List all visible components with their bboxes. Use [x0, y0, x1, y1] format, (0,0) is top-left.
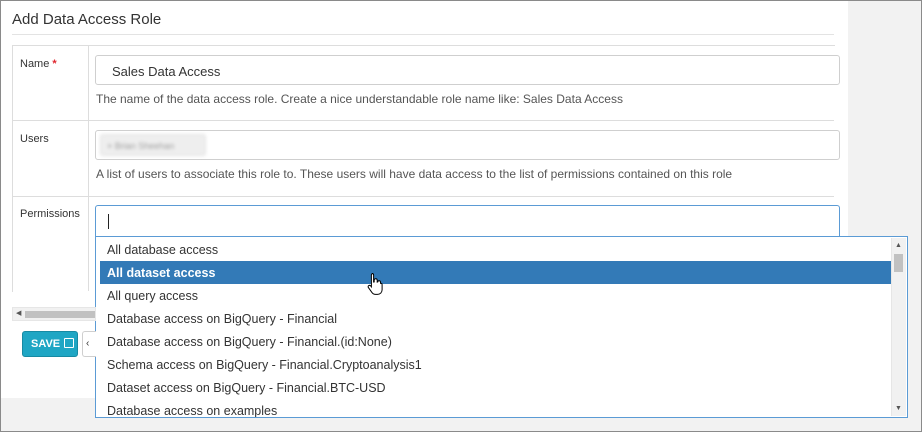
back-arrow-icon: ‹ [86, 338, 90, 349]
dropdown-option[interactable]: All query access [100, 284, 891, 307]
required-asterisk: * [52, 58, 57, 70]
dropdown-option[interactable]: All database access [100, 238, 891, 261]
user-tag[interactable]: × Brian Sheehan [100, 134, 206, 156]
title-divider [12, 34, 834, 35]
permissions-search-input[interactable] [95, 205, 840, 237]
dropdown-option[interactable]: Database access on BigQuery - Financial.… [100, 330, 891, 353]
scroll-up-icon[interactable]: ▲ [895, 241, 902, 251]
users-help-text: A list of users to associate this role t… [96, 167, 733, 181]
users-label: Users [20, 133, 49, 145]
text-caret [108, 214, 109, 229]
horizontal-scrollbar-thumb[interactable] [25, 311, 95, 318]
name-input[interactable]: Sales Data Access [95, 55, 840, 85]
row-divider [12, 120, 834, 121]
scroll-left-icon[interactable]: ◀ [16, 309, 21, 317]
users-input[interactable] [95, 130, 840, 160]
back-button[interactable]: ‹ [82, 331, 96, 357]
name-label: Name * [20, 58, 57, 70]
horizontal-scrollbar[interactable]: ◀ [12, 307, 96, 321]
scroll-down-icon[interactable]: ▼ [895, 404, 902, 414]
save-button-label: SAVE [31, 338, 61, 350]
label-column [12, 45, 89, 291]
hand-pointer-icon [367, 273, 383, 295]
name-input-value: Sales Data Access [112, 64, 221, 79]
name-help-text: The name of the data access role. Create… [96, 92, 623, 106]
name-label-text: Name [20, 58, 50, 70]
dropdown-option[interactable]: Database access on examples [100, 399, 891, 417]
permissions-dropdown[interactable]: All database access All dataset access A… [95, 236, 908, 418]
row-divider [12, 196, 834, 197]
dropdown-option[interactable]: Database access on BigQuery - Financial [100, 307, 891, 330]
page-title: Add Data Access Role [12, 11, 162, 28]
scrollbar-thumb[interactable] [894, 254, 903, 272]
dropdown-option-highlighted[interactable]: All dataset access [100, 261, 891, 284]
dropdown-scrollbar[interactable]: ▲ ▼ [891, 238, 906, 416]
save-button[interactable]: SAVE [22, 331, 78, 357]
permissions-label: Permissions [20, 208, 80, 220]
dropdown-option[interactable]: Schema access on BigQuery - Financial.Cr… [100, 353, 891, 376]
dropdown-option[interactable]: Dataset access on BigQuery - Financial.B… [100, 376, 891, 399]
floppy-disk-icon [64, 338, 75, 348]
